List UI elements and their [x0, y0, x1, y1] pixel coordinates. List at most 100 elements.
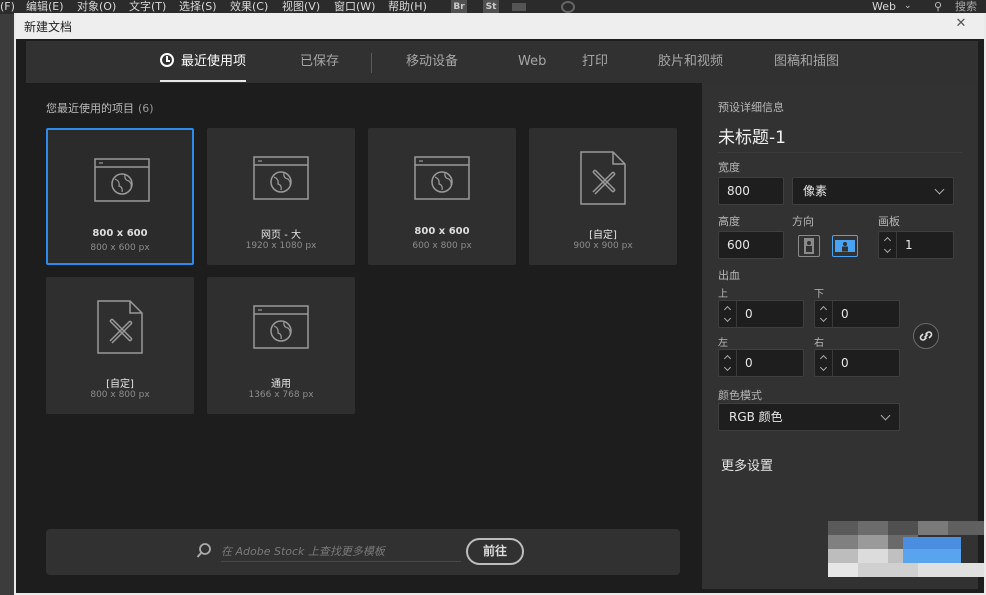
preset-size: 1366 x 768 px [248, 390, 314, 400]
tab-film-video[interactable]: 胶片和视频 [658, 41, 723, 83]
recent-preset-card[interactable]: 800 x 600 600 x 800 px [368, 128, 516, 265]
web-document-icon [253, 156, 309, 200]
search-icon: ⚲ [934, 0, 943, 13]
stepper-arrows-icon[interactable] [815, 301, 833, 327]
stock-search-input[interactable]: 在 Adobe Stock 上查找更多模板 [221, 542, 461, 562]
orientation-label: 方向 [792, 215, 814, 228]
search-icon [196, 543, 211, 558]
menu-help[interactable]: 帮助(H) [388, 0, 427, 14]
recent-items-title: 您最近使用的项目 [46, 102, 134, 115]
preset-name: 通用 [271, 379, 291, 390]
height-label: 高度 [718, 215, 740, 228]
stepper-arrows-icon[interactable] [719, 301, 737, 327]
link-bleed-button[interactable] [913, 323, 939, 349]
preset-name: [自定] [106, 379, 134, 390]
preset-size: 1920 x 1080 px [245, 241, 317, 251]
web-document-icon [253, 305, 309, 349]
bleed-label: 出血 [718, 269, 740, 282]
color-mode-select[interactable]: RGB 颜色 [718, 403, 900, 431]
bleed-top-label: 上 [718, 289, 728, 300]
dialog-title: 新建文档 [24, 20, 73, 34]
recent-items-heading: 您最近使用的项目 (6) [46, 100, 154, 116]
portrait-icon [804, 238, 814, 254]
color-mode-label: 颜色模式 [718, 389, 762, 402]
chevron-down-icon [880, 410, 891, 421]
tab-art-illustration[interactable]: 图稿和插图 [774, 41, 839, 83]
menu-edit[interactable]: 编辑(E) [26, 0, 64, 14]
new-document-dialog: 新建文档 ✕ 最近使用项 已保存 移动设备 Web 打印 胶片和视频 图稿和插图… [14, 13, 986, 595]
search-help-input[interactable]: 搜索 [955, 0, 977, 14]
portrait-orientation-button[interactable] [798, 235, 820, 257]
menu-select[interactable]: 选择(S) [179, 0, 217, 14]
preset-name: 800 x 600 [414, 226, 470, 237]
more-settings-button[interactable]: 更多设置 [721, 455, 773, 474]
chevron-down-icon [934, 184, 945, 195]
tab-print[interactable]: 打印 [582, 41, 608, 83]
stepper-arrows-icon[interactable] [719, 350, 737, 376]
document-name-field[interactable]: 未标题-1 [718, 123, 962, 153]
bleed-right-label: 右 [814, 338, 824, 349]
landscape-icon [835, 240, 855, 252]
tab-divider [371, 53, 372, 73]
preset-size: 800 x 800 px [90, 390, 150, 400]
width-label: 宽度 [718, 161, 740, 174]
workspace-switcher[interactable]: Web [872, 0, 896, 14]
preset-details-heading: 预设详细信息 [718, 101, 784, 114]
bleed-right-value: 0 [841, 356, 849, 370]
unit-select[interactable]: 像素 [792, 177, 954, 205]
preset-name: [自定] [589, 230, 617, 241]
recent-preset-card[interactable]: 800 x 600 800 x 600 px [46, 128, 194, 265]
bleed-left-label: 左 [718, 338, 728, 349]
bleed-top-value: 0 [745, 307, 753, 321]
bleed-left-stepper[interactable]: 0 [718, 349, 804, 377]
bleed-left-value: 0 [745, 356, 753, 370]
chevron-down-icon: ⌄ [904, 1, 912, 11]
dialog-title-bar: 新建文档 ✕ [16, 13, 984, 39]
width-field[interactable]: 800 [718, 177, 784, 205]
artboards-label: 画板 [878, 215, 900, 228]
close-button[interactable]: ✕ [938, 15, 984, 33]
tab-recent[interactable]: 最近使用项 [160, 41, 247, 83]
tab-recent-label: 最近使用项 [181, 54, 247, 69]
height-field[interactable]: 600 [718, 231, 784, 259]
recent-preset-card[interactable]: 网页 - 大 1920 x 1080 px [207, 128, 355, 265]
landscape-orientation-button[interactable] [832, 235, 858, 257]
menu-bar: (F) 编辑(E) 对象(O) 文字(T) 选择(S) 效果(C) 视图(V) … [0, 0, 986, 14]
stock-button[interactable]: St [483, 0, 499, 14]
menu-window[interactable]: 窗口(W) [334, 0, 375, 14]
recent-preset-card[interactable]: [自定] 900 x 900 px [529, 128, 677, 265]
gpu-performance-icon[interactable] [561, 1, 575, 13]
tab-mobile[interactable]: 移动设备 [406, 41, 458, 83]
recent-preset-card[interactable]: [自定] 800 x 800 px [46, 277, 194, 414]
menu-type[interactable]: 文字(T) [129, 0, 166, 14]
stepper-arrows-icon[interactable] [879, 232, 897, 258]
menu-file[interactable]: (F) [0, 0, 15, 14]
unit-value: 像素 [803, 184, 828, 198]
menu-effect[interactable]: 效果(C) [230, 0, 268, 14]
tab-saved[interactable]: 已保存 [300, 41, 339, 83]
preset-size: 600 x 800 px [412, 241, 472, 251]
preset-name: 800 x 600 [92, 228, 148, 239]
artboards-value: 1 [905, 238, 913, 252]
menu-object[interactable]: 对象(O) [77, 0, 116, 14]
color-mode-value: RGB 颜色 [729, 410, 783, 424]
bleed-bottom-stepper[interactable]: 0 [814, 300, 900, 328]
recent-preset-card[interactable]: 通用 1366 x 768 px [207, 277, 355, 414]
adobe-stock-bar: 在 Adobe Stock 上查找更多模板 前往 [46, 529, 680, 575]
tab-web[interactable]: Web [518, 41, 546, 83]
bridge-button[interactable]: Br [451, 0, 467, 14]
link-icon [919, 331, 933, 341]
menu-view[interactable]: 视图(V) [282, 0, 320, 14]
stepper-arrows-icon[interactable] [815, 350, 833, 376]
arrange-documents-icon[interactable] [512, 3, 526, 11]
go-button[interactable]: 前往 [466, 538, 524, 565]
bleed-top-stepper[interactable]: 0 [718, 300, 804, 328]
recent-items-count: (6) [138, 102, 154, 115]
preset-name: 网页 - 大 [261, 230, 301, 241]
web-document-icon [414, 156, 470, 200]
bleed-bottom-label: 下 [814, 289, 824, 300]
web-document-icon [94, 158, 150, 202]
clock-icon [160, 53, 174, 67]
bleed-right-stepper[interactable]: 0 [814, 349, 900, 377]
artboards-stepper[interactable]: 1 [878, 231, 954, 259]
